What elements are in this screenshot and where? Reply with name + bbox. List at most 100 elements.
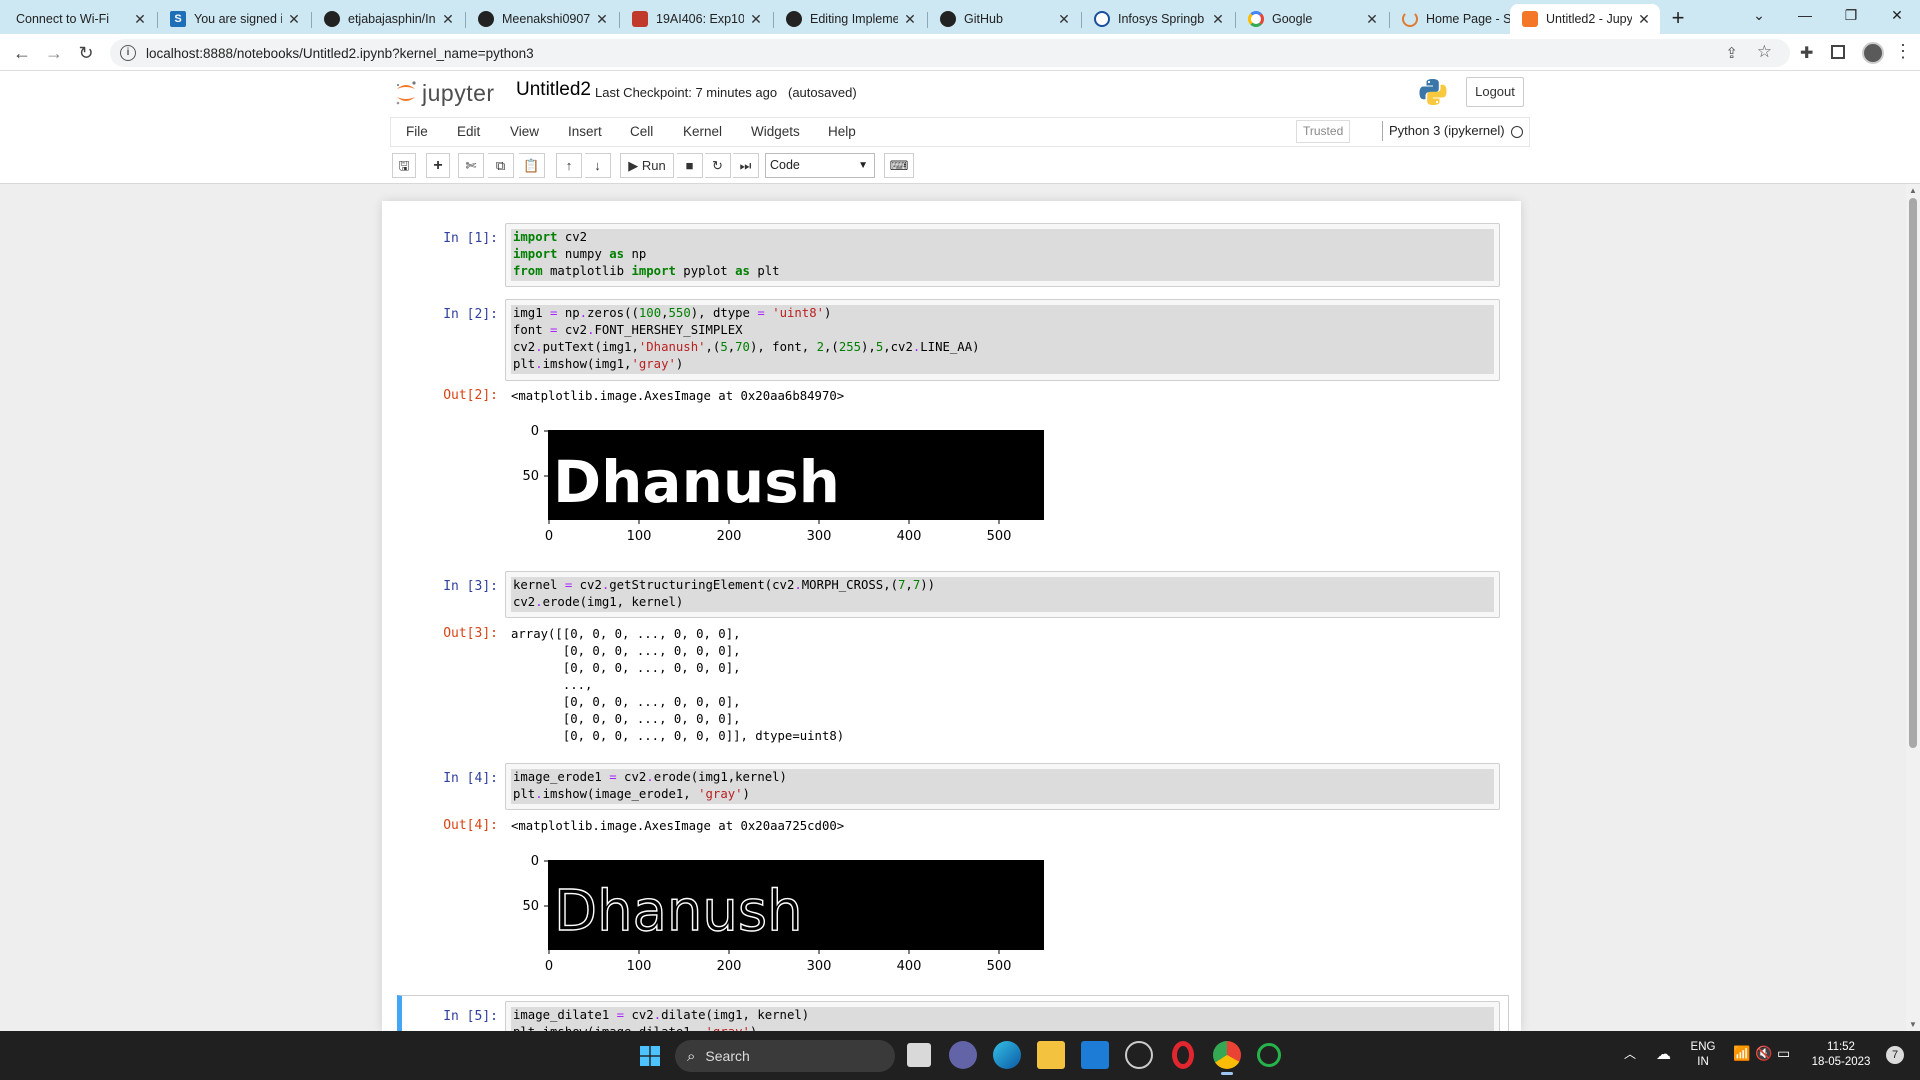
- notification-count-badge[interactable]: 7: [1886, 1046, 1904, 1064]
- code-cell-input[interactable]: kernel = cv2.getStructuringElement(cv2.M…: [505, 571, 1500, 618]
- code-cell-input[interactable]: import cv2 import numpy as np from matpl…: [505, 223, 1500, 287]
- speaker-muted-icon[interactable]: 🔇: [1755, 1045, 1772, 1062]
- move-down-icon[interactable]: ↓: [585, 153, 611, 178]
- profile-avatar[interactable]: [1862, 42, 1884, 64]
- tab-title: Meenakshi0907: [502, 12, 590, 26]
- menu-kernel[interactable]: Kernel: [683, 124, 722, 139]
- x-tick-label: 200: [717, 959, 742, 974]
- menu-view[interactable]: View: [510, 124, 539, 139]
- code-cell-input[interactable]: img1 = np.zeros((100,550), dtype = 'uint…: [505, 299, 1500, 381]
- insert-cell-below-button[interactable]: +: [426, 153, 450, 178]
- scroll-down-icon[interactable]: ▼: [1909, 1020, 1917, 1029]
- input-prompt: In [3]:: [443, 579, 498, 594]
- browser-tab[interactable]: Google ✕: [1236, 4, 1388, 34]
- tab-search-icon[interactable]: ⌄: [1736, 0, 1782, 30]
- taskbar-search[interactable]: ⌕ Search: [675, 1040, 895, 1072]
- edge-browser-icon[interactable]: [993, 1041, 1021, 1069]
- jupyter-logo[interactable]: jupyter: [394, 79, 495, 107]
- x-tick-label: 400: [897, 529, 922, 544]
- side-panel-icon[interactable]: [1831, 45, 1845, 59]
- restart-kernel-icon[interactable]: ↻: [705, 153, 731, 178]
- task-view-icon[interactable]: [907, 1043, 931, 1067]
- tab-close-icon[interactable]: ✕: [132, 11, 148, 28]
- kernel-name[interactable]: Python 3 (ipykernel): [1389, 123, 1505, 138]
- logout-button[interactable]: Logout: [1466, 77, 1524, 107]
- bookmark-star-icon[interactable]: ☆: [1757, 42, 1772, 62]
- cut-icon[interactable]: ✄: [458, 153, 484, 178]
- code-cell-input[interactable]: image_dilate1 = cv2.dilate(img1, kernel)…: [505, 1001, 1500, 1031]
- browser-tab[interactable]: Meenakshi0907 ✕: [466, 4, 618, 34]
- anaconda-icon[interactable]: [1257, 1043, 1281, 1067]
- tab-close-icon[interactable]: ✕: [440, 11, 456, 28]
- browser-tab[interactable]: Connect to Wi-Fi ✕: [4, 4, 156, 34]
- minimize-button[interactable]: —: [1782, 0, 1828, 30]
- code-line: img1 = np.zeros((100,550), dtype = 'uint…: [513, 306, 832, 320]
- interrupt-kernel-icon[interactable]: ■: [677, 153, 703, 178]
- restart-run-all-icon[interactable]: ⏭: [733, 153, 759, 178]
- scrollbar-thumb[interactable]: [1909, 198, 1917, 748]
- notebook-name[interactable]: Untitled2: [516, 79, 591, 101]
- tab-close-icon[interactable]: ✕: [748, 11, 764, 28]
- browser-tab[interactable]: Editing Impleme ✕: [774, 4, 926, 34]
- x-tick-label: 300: [807, 529, 832, 544]
- new-tab-button[interactable]: +: [1664, 6, 1692, 32]
- tab-close-icon[interactable]: ✕: [902, 11, 918, 28]
- page-scrollbar[interactable]: ▲ ▼: [1906, 184, 1920, 1031]
- menu-cell[interactable]: Cell: [630, 124, 653, 139]
- cell-type-select[interactable]: Code ▼: [765, 153, 875, 178]
- tab-close-icon[interactable]: ✕: [1364, 11, 1380, 28]
- back-button[interactable]: ←: [8, 39, 36, 67]
- forward-button[interactable]: →: [40, 39, 68, 67]
- menu-widgets[interactable]: Widgets: [751, 124, 800, 139]
- menu-file[interactable]: File: [406, 124, 428, 139]
- browser-tab[interactable]: Infosys Springb ✕: [1082, 4, 1234, 34]
- site-info-icon[interactable]: i: [120, 45, 136, 61]
- teams-chat-icon[interactable]: [949, 1041, 977, 1069]
- windows-start-icon[interactable]: [640, 1046, 660, 1066]
- code-line: plt.imshow(image_erode1, 'gray'): [513, 787, 750, 801]
- tab-close-icon[interactable]: ✕: [286, 11, 302, 28]
- browser-menu-icon[interactable]: ⋮: [1894, 41, 1912, 61]
- opera-icon[interactable]: [1172, 1041, 1194, 1069]
- wifi-icon[interactable]: 📶: [1733, 1045, 1750, 1062]
- battery-icon[interactable]: ▭: [1777, 1045, 1790, 1062]
- menu-edit[interactable]: Edit: [457, 124, 480, 139]
- command-palette-keyboard-icon[interactable]: ⌨: [884, 153, 914, 178]
- onedrive-cloud-icon[interactable]: ☁: [1656, 1045, 1671, 1063]
- scroll-up-icon[interactable]: ▲: [1909, 186, 1917, 195]
- file-explorer-icon[interactable]: [1037, 1041, 1065, 1069]
- extensions-puzzle-icon[interactable]: ✚: [1800, 43, 1813, 63]
- restore-button[interactable]: ❐: [1828, 0, 1874, 30]
- chrome-icon[interactable]: [1213, 1041, 1241, 1075]
- code-cell-input[interactable]: image_erode1 = cv2.erode(img1,kernel) pl…: [505, 763, 1500, 810]
- reload-button[interactable]: ↻: [72, 39, 100, 67]
- close-window-button[interactable]: ✕: [1874, 0, 1920, 30]
- show-hidden-icons-chevron[interactable]: ︿: [1624, 1045, 1636, 1062]
- input-language[interactable]: ENG IN: [1688, 1040, 1718, 1070]
- browser-tab[interactable]: GitHub ✕: [928, 4, 1080, 34]
- menu-help[interactable]: Help: [828, 124, 856, 139]
- save-button[interactable]: 🖫: [392, 153, 416, 178]
- menu-insert[interactable]: Insert: [568, 124, 602, 139]
- address-bar[interactable]: i localhost:8888/notebooks/Untitled2.ipy…: [110, 39, 1790, 67]
- dell-icon[interactable]: [1125, 1041, 1153, 1069]
- jupyter-icon: [1522, 11, 1538, 27]
- browser-tab-active[interactable]: Untitled2 - Jupy ✕: [1510, 4, 1660, 34]
- tab-close-icon[interactable]: ✕: [1056, 11, 1072, 28]
- browser-tab[interactable]: etjabajasphin/In ✕: [312, 4, 464, 34]
- jupyter-logo-text: jupyter: [422, 79, 495, 106]
- tab-close-icon[interactable]: ✕: [1636, 11, 1652, 28]
- github-icon: [324, 11, 340, 27]
- copy-icon[interactable]: ⧉: [488, 153, 514, 178]
- paste-icon[interactable]: 📋: [519, 153, 545, 178]
- mail-icon[interactable]: [1081, 1041, 1109, 1069]
- move-up-icon[interactable]: ↑: [556, 153, 582, 178]
- share-icon[interactable]: ⇪: [1725, 44, 1738, 62]
- trusted-badge[interactable]: Trusted: [1296, 120, 1351, 143]
- run-button[interactable]: ▶ Run: [620, 153, 674, 178]
- browser-tab[interactable]: 19AI406: Exp10 ✕: [620, 4, 772, 34]
- tab-close-icon[interactable]: ✕: [594, 11, 610, 28]
- clock[interactable]: 11:52 18-05-2023: [1806, 1040, 1876, 1070]
- browser-tab[interactable]: S You are signed in ✕: [158, 4, 310, 34]
- tab-close-icon[interactable]: ✕: [1210, 11, 1226, 28]
